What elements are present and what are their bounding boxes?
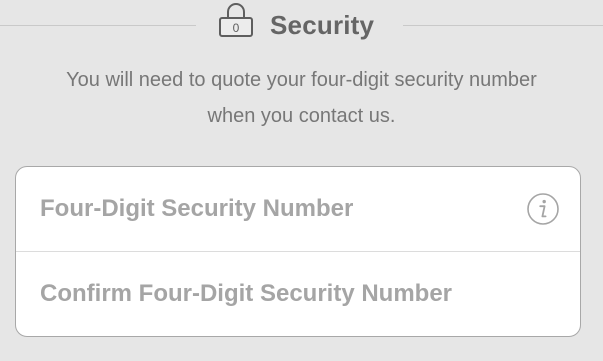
- security-description: You will need to quote your four-digit s…: [66, 69, 537, 127]
- security-number-row: [16, 167, 580, 251]
- confirm-security-number-input[interactable]: [40, 272, 570, 316]
- confirm-security-number-row: [16, 252, 580, 336]
- security-fields-card: [15, 166, 581, 337]
- security-number-input[interactable]: [40, 187, 540, 231]
- security-section-header: 0 Security: [0, 0, 603, 50]
- section-title: Security: [270, 10, 375, 40]
- info-icon[interactable]: [525, 191, 561, 227]
- lock-icon: 0: [219, 3, 253, 37]
- lock-digit: 0: [233, 21, 240, 35]
- header-divider-right: [403, 25, 603, 26]
- header-divider-left: [0, 25, 196, 26]
